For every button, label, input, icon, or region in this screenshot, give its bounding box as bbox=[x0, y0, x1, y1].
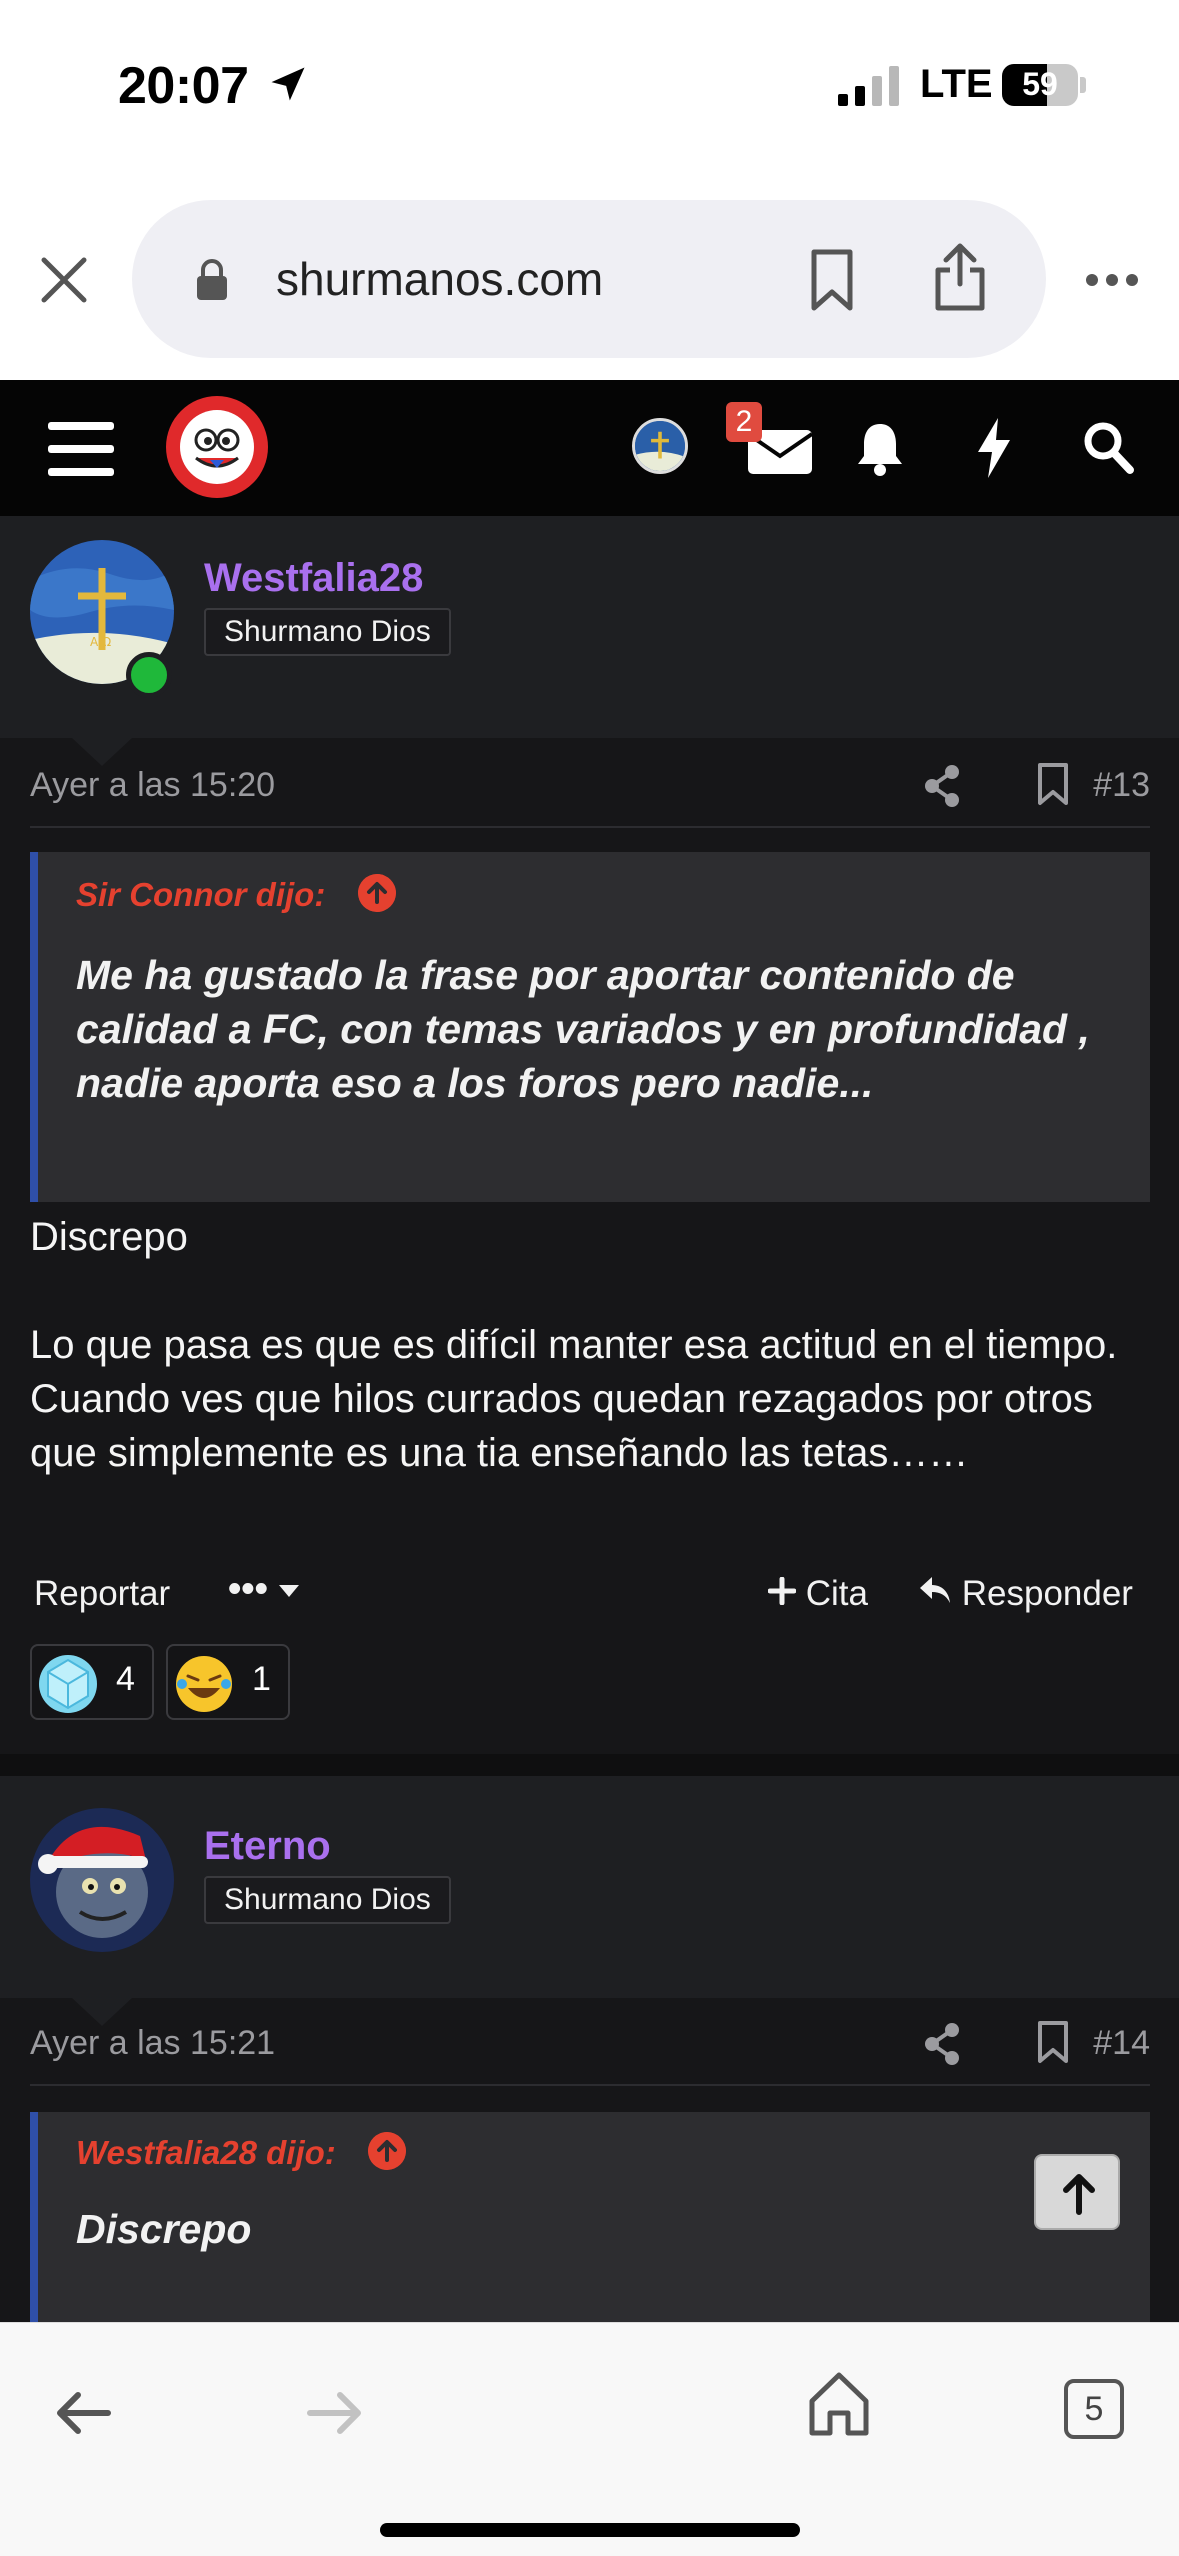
bookmark-icon[interactable] bbox=[804, 248, 860, 312]
post-number[interactable]: #13 bbox=[1093, 766, 1150, 805]
signal-icon bbox=[838, 66, 899, 106]
username[interactable]: Westfalia28 bbox=[204, 556, 423, 601]
reply-button[interactable]: Responder bbox=[918, 1574, 1133, 1614]
back-arrow-icon[interactable] bbox=[54, 2387, 112, 2439]
post-body-line: Lo que pasa es que es difícil manter esa… bbox=[30, 1323, 1118, 1475]
more-options-icon[interactable] bbox=[1084, 270, 1140, 290]
quote-button-label: Cita bbox=[805, 1574, 868, 1613]
more-actions-menu[interactable]: ••• bbox=[228, 1568, 300, 1611]
scroll-to-top-button[interactable] bbox=[1034, 2154, 1120, 2230]
close-icon[interactable] bbox=[36, 252, 92, 308]
post-body: Discrepo Lo que pasa es que es difícil m… bbox=[30, 1210, 1150, 1480]
header-avatar[interactable] bbox=[632, 418, 688, 474]
thread-content: A Ω Westfalia28 Shurmano Dios Ayer a las… bbox=[0, 516, 1179, 2322]
site-header: 2 bbox=[0, 380, 1179, 516]
reaction-laugh[interactable]: 1 bbox=[166, 1644, 290, 1720]
post-date[interactable]: Ayer a las 15:20 bbox=[30, 766, 275, 805]
diamond-icon bbox=[39, 1655, 97, 1713]
quote-block: Westfalia28 dijo: Discrepo bbox=[30, 2112, 1150, 2322]
lightning-icon[interactable] bbox=[974, 418, 1014, 478]
reaction-diamond[interactable]: 4 bbox=[30, 1644, 154, 1720]
logo-face-icon bbox=[194, 428, 240, 468]
browser-bottom-toolbar: 5 bbox=[0, 2322, 1179, 2556]
post-user-block: Eterno Shurmano Dios bbox=[0, 1776, 1179, 1998]
reaction-count: 4 bbox=[116, 1660, 135, 1698]
share-icon[interactable] bbox=[922, 764, 962, 808]
reply-icon bbox=[920, 1577, 950, 1603]
arrow-up-circle-icon[interactable] bbox=[358, 874, 396, 912]
post-actions: Reportar ••• Cita Responder bbox=[30, 1568, 1150, 1628]
quote-text: Discrepo bbox=[76, 2206, 252, 2252]
status-bar: 20:07 LTE 59 bbox=[0, 0, 1179, 180]
post-meta-row: Ayer a las 15:21 #14 bbox=[30, 2006, 1150, 2086]
post-body-line: Discrepo bbox=[30, 1215, 188, 1259]
bookmark-icon[interactable] bbox=[1036, 762, 1070, 806]
quote-author[interactable]: Westfalia28 dijo: bbox=[76, 2134, 336, 2172]
svg-text:A Ω: A Ω bbox=[90, 635, 111, 649]
user-title-badge: Shurmano Dios bbox=[204, 1876, 451, 1924]
quote-button[interactable]: Cita bbox=[767, 1574, 868, 1614]
home-icon[interactable] bbox=[808, 2371, 870, 2437]
quote-block: Sir Connor dijo: Me ha gustado la frase … bbox=[30, 852, 1150, 1202]
location-arrow-icon bbox=[271, 67, 305, 101]
more-actions-label: ••• bbox=[228, 1568, 268, 1610]
bell-icon[interactable] bbox=[854, 420, 906, 476]
url-text: shurmanos.com bbox=[276, 253, 604, 305]
site-logo[interactable] bbox=[166, 396, 268, 498]
battery-icon: 59 bbox=[1002, 64, 1086, 106]
notification-badge: 2 bbox=[726, 402, 762, 442]
reply-button-label: Responder bbox=[961, 1574, 1133, 1613]
online-status-indicator bbox=[126, 652, 172, 698]
quote-author[interactable]: Sir Connor dijo: bbox=[76, 876, 325, 914]
quote-text: Me ha gustado la frase por aportar conte… bbox=[76, 952, 1090, 1106]
battery-level: 59 bbox=[1022, 66, 1058, 102]
laughing-emoji-icon bbox=[176, 1656, 232, 1712]
user-avatar[interactable] bbox=[30, 1808, 174, 1952]
chevron-down-icon bbox=[279, 1584, 300, 1597]
reactions-bar: 4 1 bbox=[30, 1644, 300, 1720]
post-body-spacer bbox=[30, 1264, 1150, 1318]
post-meta-row: Ayer a las 15:20 #13 bbox=[30, 748, 1150, 828]
post-user-block: A Ω Westfalia28 Shurmano Dios bbox=[0, 516, 1179, 738]
share-icon[interactable] bbox=[922, 2022, 962, 2066]
arrow-up-circle-icon[interactable] bbox=[368, 2132, 406, 2170]
plus-icon bbox=[767, 1576, 797, 1606]
username[interactable]: Eterno bbox=[204, 1824, 331, 1869]
arrow-up-icon bbox=[1063, 2174, 1095, 2215]
browser-toolbar: shurmanos.com bbox=[0, 180, 1179, 380]
search-icon[interactable] bbox=[1082, 420, 1134, 474]
user-title-badge: Shurmano Dios bbox=[204, 608, 451, 656]
bookmark-icon[interactable] bbox=[1036, 2020, 1070, 2064]
report-link[interactable]: Reportar bbox=[34, 1574, 170, 1614]
post-divider bbox=[0, 1754, 1179, 1776]
forward-arrow-icon[interactable] bbox=[306, 2387, 364, 2439]
post-date[interactable]: Ayer a las 15:21 bbox=[30, 2024, 275, 2063]
share-icon[interactable] bbox=[932, 242, 988, 312]
home-indicator bbox=[380, 2523, 800, 2537]
network-type: LTE bbox=[920, 62, 993, 106]
lock-icon bbox=[197, 259, 227, 300]
status-time: 20:07 bbox=[118, 57, 249, 115]
post-number[interactable]: #14 bbox=[1093, 2024, 1150, 2063]
hamburger-menu-icon[interactable] bbox=[48, 420, 114, 478]
tabs-button[interactable]: 5 bbox=[1064, 2379, 1124, 2439]
address-bar[interactable]: shurmanos.com bbox=[132, 200, 1046, 358]
reaction-count: 1 bbox=[252, 1660, 271, 1698]
